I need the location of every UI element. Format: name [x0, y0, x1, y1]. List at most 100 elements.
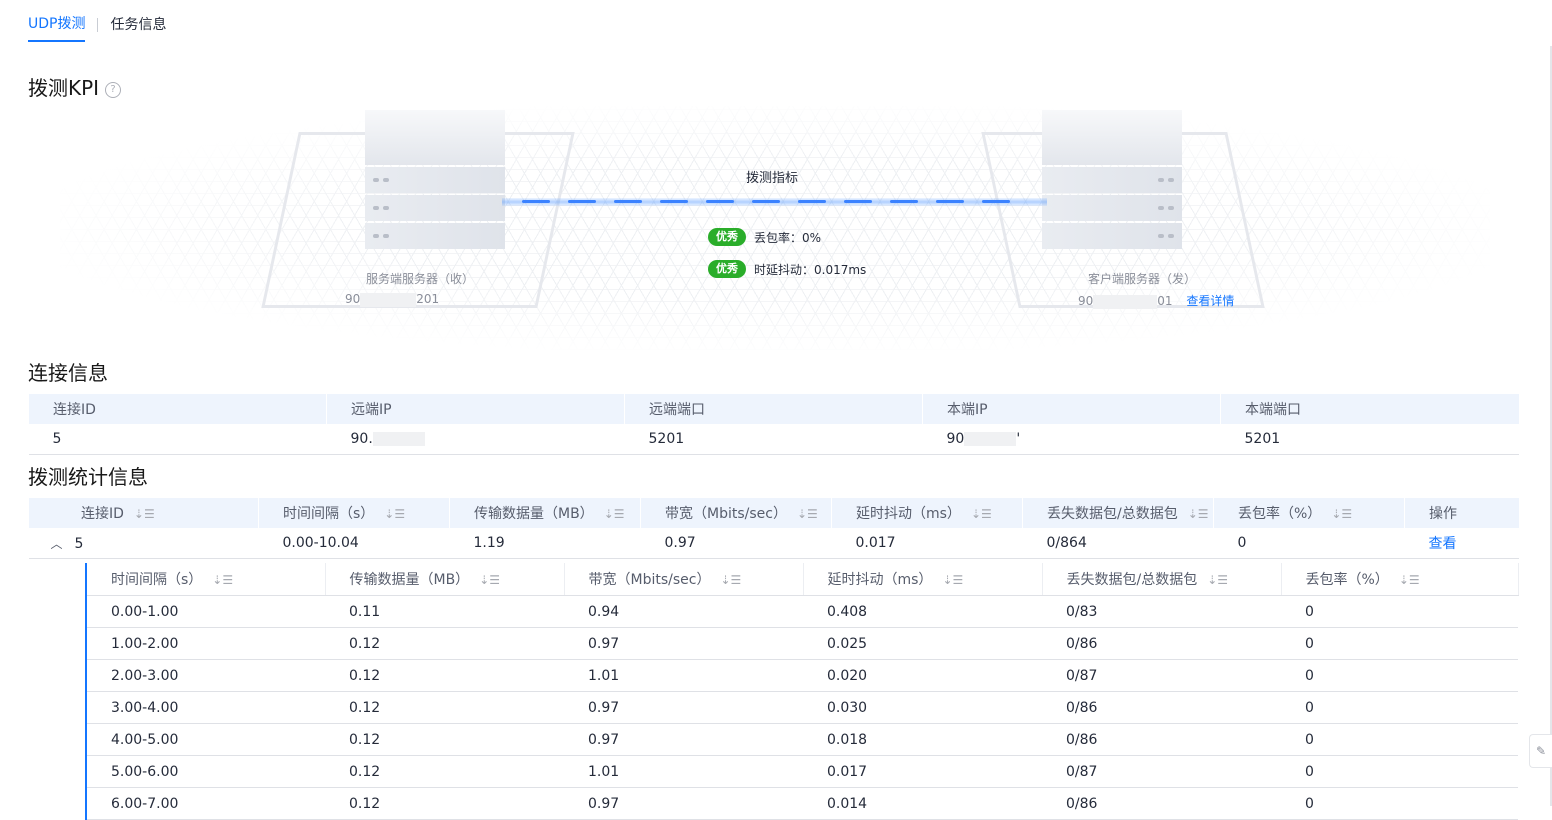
tab-task-info[interactable]: 任务信息	[110, 9, 166, 41]
detail-col-3[interactable]: 延时抖动（ms） ⇣☰	[803, 563, 1043, 596]
header-label: 丢失数据包/总数据包	[1047, 506, 1178, 522]
server-label: 服务端服务器（收）	[366, 272, 475, 286]
sort-icon[interactable]: ⇣☰	[479, 573, 500, 587]
metric-title: 拨测指标	[746, 171, 799, 186]
detail-col-5[interactable]: 丢包率（%） ⇣☰	[1281, 563, 1519, 596]
table-row: 5.00-6.00 0.12 1.01 0.017 0/87 0	[86, 755, 1518, 788]
table-cell: 0	[1281, 755, 1518, 788]
table-cell: 0/86	[1042, 787, 1281, 820]
header-label: 时间间隔（s）	[111, 572, 203, 588]
sort-icon[interactable]: ⇣☰	[384, 507, 405, 521]
table-cell: 0	[1281, 659, 1518, 692]
status-badge: 优秀	[708, 260, 746, 278]
sort-icon[interactable]: ⇣☰	[942, 573, 963, 587]
header-label: 带宽（Mbits/sec）	[588, 572, 711, 588]
table-row: 5 90. 5201 90 ' 5201	[28, 424, 1519, 455]
table-cell: 0/87	[1042, 755, 1281, 788]
header-label: 传输数据量（MB）	[349, 572, 470, 588]
table-header-row: 连接ID 远端IP 远端端口 本端IP 本端端口	[28, 394, 1519, 424]
connection-section-title: 连接信息	[28, 361, 108, 385]
col-loss-rate[interactable]: 丢包率（%） ⇣☰	[1213, 498, 1405, 528]
kpi-section-title: 拨测KPI?	[28, 72, 122, 101]
col-interval[interactable]: 时间间隔（s） ⇣☰	[258, 498, 450, 528]
ip-mask	[1093, 294, 1158, 309]
cell-remote-port: 5201	[624, 424, 923, 455]
server-icon	[365, 110, 505, 249]
table-cell: 0	[1281, 691, 1518, 724]
server-ip: 90 201	[345, 292, 439, 307]
view-detail-link[interactable]: 查看详情	[1186, 294, 1234, 308]
table-cell: 0	[1281, 787, 1518, 820]
table-cell: 0	[1281, 723, 1518, 756]
sort-icon[interactable]: ⇣☰	[212, 573, 233, 587]
table-cell: 0/86	[1042, 627, 1281, 660]
local-ip-text: 90	[946, 431, 965, 447]
table-cell: 1.00-2.00	[86, 627, 325, 660]
col-connection-id: 连接ID	[28, 394, 327, 424]
table-row: 6.00-7.00 0.12 0.97 0.014 0/86 0	[86, 787, 1518, 820]
detail-col-0[interactable]: 时间间隔（s） ⇣☰	[86, 563, 326, 596]
table-cell: 0.408	[803, 595, 1042, 628]
sort-icon[interactable]: ⇣☰	[1399, 573, 1420, 587]
sort-icon[interactable]: ⇣☰	[604, 507, 625, 521]
detail-col-1[interactable]: 传输数据量（MB） ⇣☰	[325, 563, 565, 596]
table-cell: 5.00-6.00	[86, 755, 325, 788]
table-row: 2.00-3.00 0.12 1.01 0.020 0/87 0	[86, 659, 1518, 692]
table-cell: 0.97	[564, 787, 803, 820]
stats-table: 连接ID ⇣☰ 时间间隔（s） ⇣☰ 传输数据量（MB） ⇣☰ 带宽（Mbits/se…	[28, 498, 1519, 559]
kpi-title-text: 拨测KPI	[28, 76, 100, 100]
table-cell: 0	[1281, 627, 1518, 660]
detail-col-2[interactable]: 带宽（Mbits/sec） ⇣☰	[564, 563, 804, 596]
col-connection-id[interactable]: 连接ID ⇣☰	[28, 498, 259, 528]
sort-icon[interactable]: ⇣☰	[720, 573, 741, 587]
sort-icon[interactable]: ⇣☰	[1188, 507, 1209, 521]
sort-icon[interactable]: ⇣☰	[797, 507, 818, 521]
tab-divider	[97, 18, 99, 32]
edit-icon[interactable]: ✎	[1529, 734, 1552, 768]
table-cell: 0.11	[325, 595, 564, 628]
table-cell: 1.01	[564, 659, 803, 692]
cell-local-port: 5201	[1220, 424, 1519, 455]
stats-detail-table: 时间间隔（s） ⇣☰ 传输数据量（MB） ⇣☰ 带宽（Mbits/sec） ⇣☰ 延时抖动（…	[85, 563, 1519, 820]
cell-action: 查看	[1404, 528, 1519, 559]
connection-table: 连接ID 远端IP 远端端口 本端IP 本端端口 5 90. 5201 90 ' …	[28, 394, 1519, 455]
cell-local-ip: 90 '	[922, 424, 1221, 455]
sort-icon[interactable]: ⇣☰	[1331, 507, 1352, 521]
ip-mask	[964, 432, 1017, 446]
chevron-up-icon[interactable]: ︿	[51, 535, 63, 551]
client-ip: 90 01 查看详情	[1078, 292, 1234, 309]
col-lost-total[interactable]: 丢失数据包/总数据包 ⇣☰	[1022, 498, 1214, 528]
sort-icon[interactable]: ⇣☰	[1207, 573, 1228, 587]
server-ip-end: 201	[416, 292, 440, 306]
table-cell: 0/86	[1042, 723, 1281, 756]
cell-loss-rate: 0	[1213, 528, 1405, 559]
table-cell: 0/87	[1042, 659, 1281, 692]
col-transfer[interactable]: 传输数据量（MB） ⇣☰	[449, 498, 641, 528]
sort-icon[interactable]: ⇣☰	[971, 507, 992, 521]
header-label: 丢包率（%）	[1238, 506, 1322, 522]
table-cell: 0.018	[803, 723, 1042, 756]
table-cell: 0.97	[564, 627, 803, 660]
stats-section-title: 拨测统计信息	[28, 465, 148, 489]
cell-lost-total: 0/864	[1022, 528, 1214, 559]
kpi-packet-loss: 优秀 丢包率：0%	[708, 228, 821, 246]
header-label: 连接ID	[81, 506, 124, 522]
header-label: 时间间隔（s）	[283, 506, 375, 522]
question-circle-icon[interactable]: ?	[105, 82, 122, 98]
detail-col-4[interactable]: 丢失数据包/总数据包 ⇣☰	[1042, 563, 1282, 596]
table-cell: 0.12	[325, 627, 564, 660]
tab-udp-probe[interactable]: UDP拨测	[28, 8, 86, 42]
packet-loss-text: 丢包率：0%	[754, 230, 822, 245]
sort-icon[interactable]: ⇣☰	[134, 507, 155, 521]
tab-bar: UDP拨测 任务信息	[28, 8, 166, 42]
table-cell: 0.014	[803, 787, 1042, 820]
col-jitter[interactable]: 延时抖动（ms） ⇣☰	[831, 498, 1023, 528]
table-header-row: 时间间隔（s） ⇣☰ 传输数据量（MB） ⇣☰ 带宽（Mbits/sec） ⇣☰ 延时抖动（…	[86, 563, 1519, 596]
col-local-ip: 本端IP	[922, 394, 1221, 424]
client-server-icon	[1042, 110, 1182, 249]
view-button[interactable]: 查看	[1429, 536, 1457, 552]
col-bandwidth[interactable]: 带宽（Mbits/sec） ⇣☰	[640, 498, 832, 528]
col-local-port: 本端端口	[1220, 394, 1519, 424]
table-cell: 0.97	[564, 691, 803, 724]
table-cell: 0.020	[803, 659, 1042, 692]
